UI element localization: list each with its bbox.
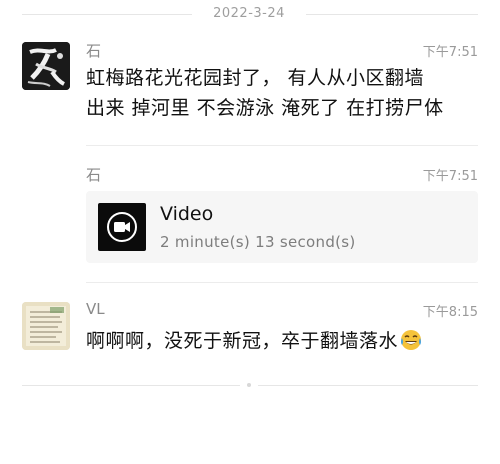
avatar[interactable] bbox=[22, 302, 70, 350]
message-divider bbox=[86, 145, 478, 146]
message-divider bbox=[86, 282, 478, 283]
separator-line-left bbox=[22, 14, 192, 15]
video-duration: 2 minute(s) 13 second(s) bbox=[160, 233, 356, 251]
avatar[interactable] bbox=[22, 42, 70, 90]
date-separator: 2022-3-24 bbox=[0, 0, 500, 30]
sender-name[interactable]: 石 bbox=[86, 40, 101, 61]
video-thumbnail[interactable] bbox=[98, 203, 146, 251]
message-time: 下午7:51 bbox=[422, 169, 478, 184]
message-time: 下午8:15 bbox=[422, 305, 478, 320]
message-line: 虹梅路花光花园封了， 有人从小区翻墙 bbox=[86, 67, 425, 89]
crying-laughing-emoji-icon bbox=[401, 330, 422, 350]
document-avatar-icon bbox=[22, 302, 70, 350]
separator-line-right bbox=[306, 14, 478, 15]
message-time: 下午7:51 bbox=[422, 45, 478, 60]
message-line: 啊啊啊，没死于新冠，卒于翻墙落水 bbox=[86, 330, 399, 352]
calligraphy-avatar-icon bbox=[22, 42, 70, 90]
message-text[interactable]: 啊啊啊，没死于新冠，卒于翻墙落水 bbox=[86, 326, 481, 356]
date-label: 2022-3-24 bbox=[213, 6, 285, 21]
separator-dot bbox=[247, 383, 251, 387]
video-message-card[interactable]: Video 2 minute(s) 13 second(s) bbox=[86, 191, 478, 263]
video-title: Video bbox=[160, 203, 214, 225]
message-text[interactable]: 虹梅路花光花园封了， 有人从小区翻墙 出来 掉河里 不会游泳 淹死了 在打捞尸体 bbox=[86, 63, 481, 123]
separator-line-right bbox=[258, 385, 478, 386]
video-camera-icon bbox=[107, 212, 137, 242]
sender-name[interactable]: VL bbox=[86, 300, 105, 318]
separator-line-left bbox=[22, 385, 240, 386]
sender-name[interactable]: 石 bbox=[86, 164, 101, 185]
message-line: 出来 掉河里 不会游泳 淹死了 在打捞尸体 bbox=[86, 97, 444, 119]
